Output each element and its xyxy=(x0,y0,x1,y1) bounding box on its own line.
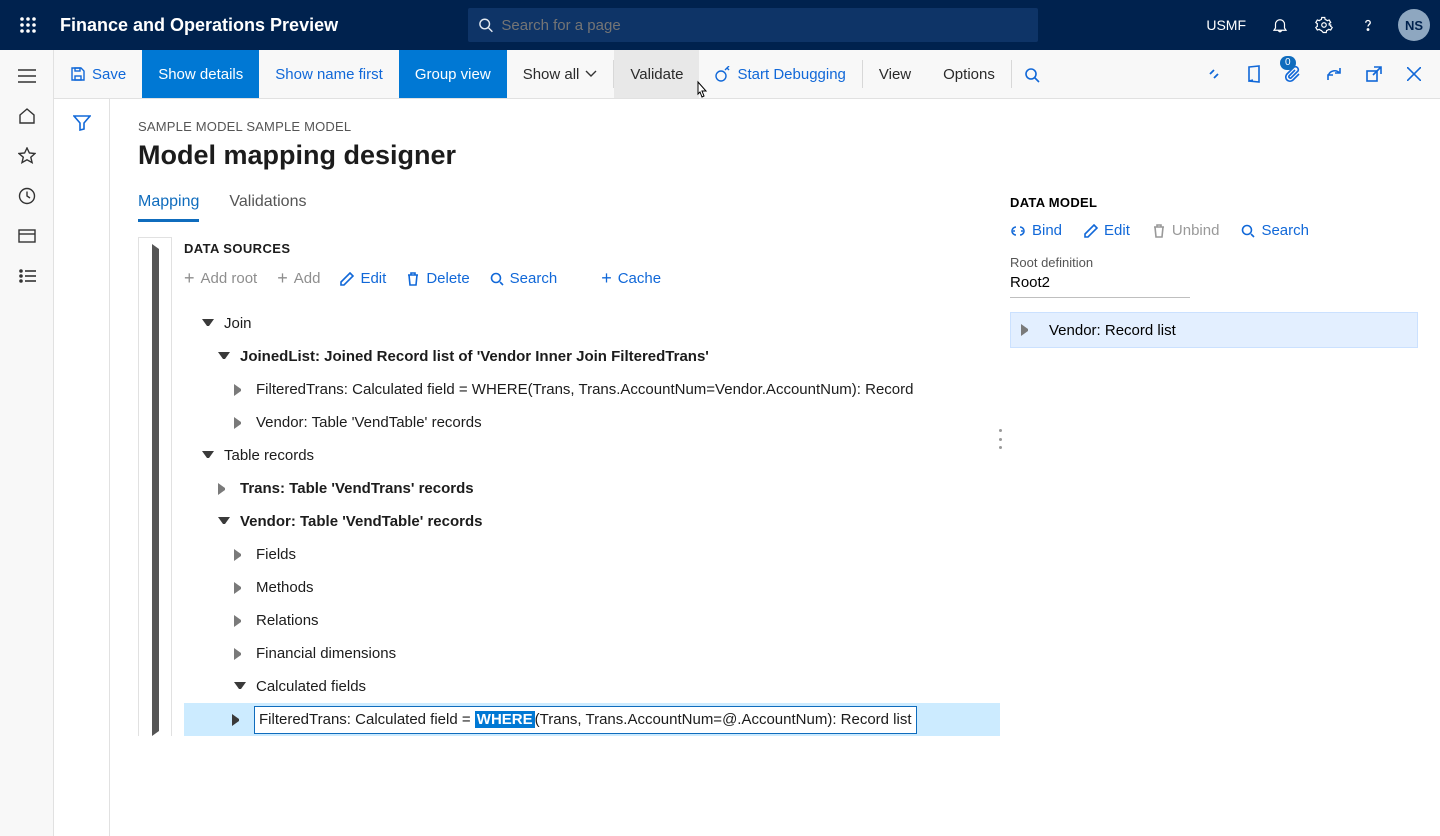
data-model-node-vendor[interactable]: Vendor: Record list xyxy=(1010,312,1418,348)
save-icon xyxy=(70,66,86,82)
tree-node-trans[interactable]: Trans: Table 'VendTrans' records xyxy=(184,472,1000,505)
bell-icon[interactable] xyxy=(1260,5,1300,45)
recent-icon[interactable] xyxy=(5,176,49,216)
tabs: Mapping Validations xyxy=(138,193,1000,223)
tree-node-selected[interactable]: FilteredTrans: Calculated field = WHERE(… xyxy=(184,703,1000,736)
add-button[interactable]: +Add xyxy=(277,268,320,289)
global-search-input[interactable] xyxy=(501,17,1028,34)
save-button[interactable]: Save xyxy=(54,50,142,98)
help-icon[interactable] xyxy=(1348,5,1388,45)
pencil-icon xyxy=(340,272,354,286)
root-definition-label: Root definition xyxy=(1010,255,1418,270)
debug-icon xyxy=(715,66,731,82)
waffle-icon[interactable] xyxy=(10,16,46,34)
tab-validations[interactable]: Validations xyxy=(229,193,306,222)
formula-edit-box[interactable]: FilteredTrans: Calculated field = WHERE(… xyxy=(254,706,917,734)
tree-node-filteredtrans[interactable]: FilteredTrans: Calculated field = WHERE(… xyxy=(184,373,1000,406)
root-definition-value[interactable]: Root2 xyxy=(1010,274,1190,298)
validate-button[interactable]: Validate xyxy=(614,50,699,98)
bind-button[interactable]: Bind xyxy=(1010,222,1062,239)
edit-button[interactable]: Edit xyxy=(340,270,386,287)
tree-node-join[interactable]: Join xyxy=(184,307,1000,340)
show-details-button[interactable]: Show details xyxy=(142,50,259,98)
workspace-icon[interactable] xyxy=(5,216,49,256)
data-source-types-collapsed[interactable] xyxy=(138,237,172,736)
attachments-badge: 0 xyxy=(1280,56,1296,70)
delete-button[interactable]: Delete xyxy=(406,270,469,287)
search-model-button[interactable]: Search xyxy=(1241,222,1309,239)
global-search[interactable] xyxy=(468,8,1038,42)
trash-icon xyxy=(406,272,420,286)
find-button[interactable] xyxy=(1012,50,1052,99)
chevron-right-icon xyxy=(152,244,159,736)
page-title: Model mapping designer xyxy=(138,140,1000,171)
search-icon xyxy=(490,272,504,286)
tree-node-methods[interactable]: Methods xyxy=(184,571,1000,604)
gear-icon[interactable] xyxy=(1304,5,1344,45)
show-name-first-button[interactable]: Show name first xyxy=(259,50,399,98)
left-rail xyxy=(0,50,54,836)
close-button[interactable] xyxy=(1394,50,1434,99)
tree-node-relations[interactable]: Relations xyxy=(184,604,1000,637)
attachments-button[interactable]: 0 xyxy=(1274,50,1314,99)
data-model-toolbar: Bind Edit Unbind Search xyxy=(1010,222,1418,239)
tree-node-vendor-join[interactable]: Vendor: Table 'VendTable' records xyxy=(184,406,1000,439)
chevron-down-icon xyxy=(585,70,597,78)
data-model-heading: DATA MODEL xyxy=(1010,195,1418,210)
tree-node-fields[interactable]: Fields xyxy=(184,538,1000,571)
top-bar: Finance and Operations Preview USMF NS xyxy=(0,0,1440,50)
view-menu[interactable]: View xyxy=(863,50,927,98)
tree-node-calcfields[interactable]: Calculated fields xyxy=(184,670,1000,703)
tree-node-vendor[interactable]: Vendor: Table 'VendTable' records xyxy=(184,505,1000,538)
data-model-panel: DATA MODEL Bind Edit Unbind Search Root … xyxy=(1000,99,1440,836)
tree-node-joinedlist[interactable]: JoinedList: Joined Record list of 'Vendo… xyxy=(184,340,1000,373)
search-icon xyxy=(1241,224,1255,238)
search-button[interactable]: Search xyxy=(490,270,558,287)
app-title: Finance and Operations Preview xyxy=(60,15,338,36)
trash-icon xyxy=(1152,224,1166,238)
refresh-button[interactable] xyxy=(1314,50,1354,99)
add-root-button[interactable]: +Add root xyxy=(184,268,257,289)
splitter-handle[interactable] xyxy=(998,429,1002,449)
group-view-button[interactable]: Group view xyxy=(399,50,507,98)
link-icon[interactable] xyxy=(1194,50,1234,99)
start-debugging-button[interactable]: Start Debugging xyxy=(699,50,861,98)
pencil-icon xyxy=(1084,224,1098,238)
link-icon xyxy=(1010,225,1026,237)
hamburger-icon[interactable] xyxy=(5,56,49,96)
filter-icon xyxy=(73,115,91,131)
cache-button[interactable]: +Cache xyxy=(601,268,661,289)
avatar[interactable]: NS xyxy=(1398,9,1430,41)
content-area: SAMPLE MODEL SAMPLE MODEL Model mapping … xyxy=(110,99,1440,836)
command-bar: Save Show details Show name first Group … xyxy=(54,50,1440,99)
unbind-button[interactable]: Unbind xyxy=(1152,222,1220,239)
popout-button[interactable] xyxy=(1354,50,1394,99)
modules-icon[interactable] xyxy=(5,256,49,296)
data-sources-heading: DATA SOURCES xyxy=(184,241,1000,256)
edit-model-button[interactable]: Edit xyxy=(1084,222,1130,239)
show-all-dropdown[interactable]: Show all xyxy=(507,50,614,98)
tree-node-findim[interactable]: Financial dimensions xyxy=(184,637,1000,670)
favorites-icon[interactable] xyxy=(5,136,49,176)
options-menu[interactable]: Options xyxy=(927,50,1011,98)
data-sources-toolbar: +Add root +Add Edit Delete Search +Cache xyxy=(184,268,1000,289)
search-icon xyxy=(478,17,493,33)
home-icon[interactable] xyxy=(5,96,49,136)
tree-node-table-records[interactable]: Table records xyxy=(184,439,1000,472)
data-sources-tree: Join JoinedList: Joined Record list of '… xyxy=(184,307,1000,736)
breadcrumb: SAMPLE MODEL SAMPLE MODEL xyxy=(138,119,1000,134)
company-code[interactable]: USMF xyxy=(1206,17,1246,33)
tab-mapping[interactable]: Mapping xyxy=(138,193,199,222)
filter-pane-collapsed[interactable] xyxy=(54,99,110,836)
office-icon[interactable] xyxy=(1234,50,1274,99)
